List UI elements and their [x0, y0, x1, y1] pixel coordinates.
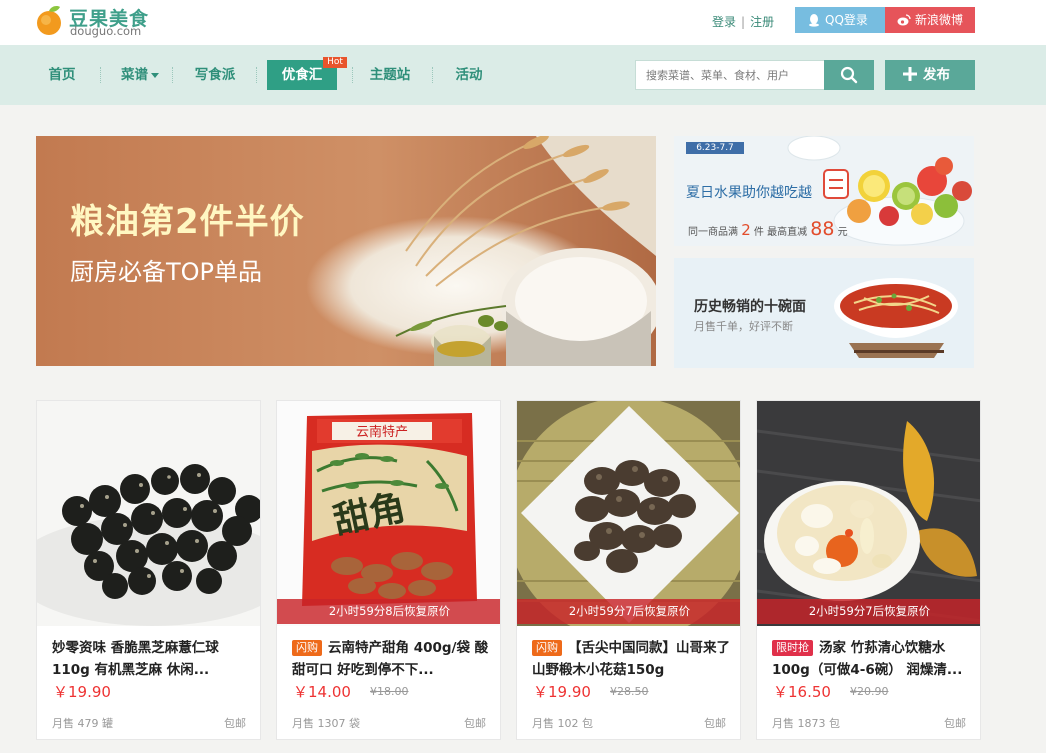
free-shipping-label: 包邮: [704, 717, 726, 730]
offer-count: 2: [741, 221, 751, 239]
nav-item-topics[interactable]: 主题站: [362, 60, 418, 90]
nav-item-recipes-label: 菜谱: [121, 67, 148, 83]
top-bar: 豆果美食 douguo.com 登录 | 注册 QQ登录 新浪微博: [0, 0, 1046, 45]
product-price: ￥19.90: [53, 683, 111, 701]
nav-item-recipes[interactable]: 菜谱: [112, 60, 168, 90]
product-card[interactable]: 2小时59分7后恢复原价 限时抢 汤家 竹荪清心饮糖水100g（可做4-6碗） 润…: [756, 400, 981, 740]
black-sesame-balls-image: [37, 401, 260, 626]
product-image[interactable]: 2小时59分7后恢复原价: [757, 401, 980, 626]
product-price: ￥19.90: [533, 683, 591, 701]
publish-button[interactable]: 发布: [885, 60, 975, 90]
plus-icon: [903, 67, 917, 81]
original-price: ¥18.00: [370, 685, 409, 698]
hot-badge: Hot: [323, 57, 347, 68]
auth-separator: |: [741, 15, 746, 29]
summer-fruit-title: 夏日水果助你越吃越: [686, 185, 812, 201]
nav-item-events[interactable]: 活动: [446, 60, 492, 90]
nav-divider: [432, 67, 433, 83]
main-promo-banner[interactable]: 粮油第2件半价 厨房必备TOP单品: [36, 136, 656, 366]
product-image[interactable]: 2小时59分7后恢复原价: [517, 401, 740, 626]
summer-fruit-banner[interactable]: 6.23-7.7 夏日水果助你越吃越 同一商品满 2 件 最高直减 88 元: [674, 136, 974, 246]
register-link[interactable]: 注册: [750, 15, 774, 29]
sweet-soup-bowl-image: [757, 401, 980, 626]
search-button[interactable]: [824, 60, 874, 90]
nav-divider: [352, 67, 353, 83]
product-title-text: 妙零资味 香脆黑芝麻薏仁球110g 有机黑芝麻 休闲...: [52, 640, 219, 678]
free-shipping-label: 包邮: [944, 717, 966, 730]
flash-sale-tag: 闪购: [292, 640, 322, 656]
qq-icon: [809, 14, 819, 27]
auth-links: 登录 | 注册: [712, 13, 774, 30]
nav-divider: [100, 67, 101, 83]
logo-domain-text: douguo.com: [70, 24, 142, 38]
offer-text-a: 同一商品满: [688, 227, 738, 238]
offer-text-c: 件 最高直减: [753, 227, 808, 238]
flash-sale-countdown: 2小时59分7后恢复原价: [517, 599, 740, 624]
chevron-down-icon: [151, 72, 159, 78]
noodles-title: 历史畅销的十碗面: [694, 299, 806, 315]
flash-sale-tag: 闪购: [532, 640, 562, 656]
product-title[interactable]: 限时抢 汤家 竹荪清心饮糖水100g（可做4-6碗） 润燥清...: [772, 637, 972, 681]
monthly-sales: 月售 102 包: [532, 717, 593, 730]
publish-label: 发布: [923, 67, 950, 83]
product-title[interactable]: 妙零资味 香脆黑芝麻薏仁球110g 有机黑芝麻 休闲...: [52, 637, 252, 681]
main-nav: 首页 菜谱 写食派 优食汇 Hot 主题站 活动 发布: [0, 45, 1046, 105]
product-card[interactable]: 2小时59分7后恢复原价 闪购 【舌尖中国同款】山哥来了 山野椴木小花菇150g …: [516, 400, 741, 740]
free-shipping-label: 包邮: [224, 717, 246, 730]
site-logo[interactable]: 豆果美食 douguo.com: [34, 3, 174, 39]
monthly-sales: 月售 1307 袋: [292, 717, 360, 730]
product-price: ￥14.00: [293, 683, 351, 701]
original-price: ¥28.50: [610, 685, 649, 698]
flour-wheat-image: [36, 136, 656, 366]
free-shipping-label: 包邮: [464, 717, 486, 730]
flash-sale-countdown: 2小时59分8后恢复原价: [277, 599, 500, 624]
login-link[interactable]: 登录: [712, 15, 736, 29]
noodles-banner[interactable]: 历史畅销的十碗面 月售千单，好评不断: [674, 258, 974, 368]
product-card[interactable]: 妙零资味 香脆黑芝麻薏仁球110g 有机黑芝麻 休闲... ￥19.90 月售 …: [36, 400, 261, 740]
noodles-subtitle: 月售千单，好评不断: [694, 320, 793, 333]
search-input[interactable]: [635, 60, 825, 90]
product-title[interactable]: 闪购 云南特产甜角 400g/袋 酸甜可口 好吃到停不下...: [292, 637, 492, 681]
product-price: ￥16.50: [773, 683, 831, 701]
monthly-sales: 月售 1873 包: [772, 717, 840, 730]
product-image[interactable]: [37, 401, 260, 626]
qq-login-label: QQ登录: [825, 13, 868, 27]
orange-logo-icon: [37, 6, 61, 35]
offer-amount: 88: [810, 218, 835, 240]
nav-item-home[interactable]: 首页: [40, 60, 84, 90]
tamarind-bag-image: 云南特产 甜角: [277, 401, 500, 626]
banner-main-title: 粮油第2件半价: [70, 202, 305, 242]
flash-sale-countdown: 2小时59分7后恢复原价: [757, 599, 980, 624]
nav-item-writing[interactable]: 写食派: [186, 60, 244, 90]
offer-text-e: 元: [837, 227, 848, 238]
weibo-icon: [897, 14, 911, 26]
product-card[interactable]: 云南特产 甜角 2小时59分8后恢复原价 闪购 云南特产甜角 400g/袋 酸甜…: [276, 400, 501, 740]
summer-fruit-offer: 同一商品满 2 件 最高直减 88 元: [688, 218, 848, 240]
weibo-login-label: 新浪微博: [915, 13, 964, 27]
promo-date-badge: 6.23-7.7: [686, 142, 744, 154]
dried-mushrooms-image: [517, 401, 740, 626]
weibo-login-button[interactable]: 新浪微博: [885, 7, 975, 33]
original-price: ¥20.90: [850, 685, 889, 698]
nav-divider: [172, 67, 173, 83]
limited-time-tag: 限时抢: [772, 640, 813, 656]
banner-main-subtitle: 厨房必备TOP单品: [70, 258, 263, 286]
svg-text:云南特产: 云南特产: [356, 424, 408, 440]
nav-divider: [256, 67, 257, 83]
qq-login-button[interactable]: QQ登录: [795, 7, 885, 33]
search-icon: [840, 66, 858, 84]
monthly-sales: 月售 479 罐: [52, 717, 113, 730]
product-title[interactable]: 闪购 【舌尖中国同款】山哥来了 山野椴木小花菇150g: [532, 637, 732, 681]
product-image[interactable]: 云南特产 甜角 2小时59分8后恢复原价: [277, 401, 500, 626]
